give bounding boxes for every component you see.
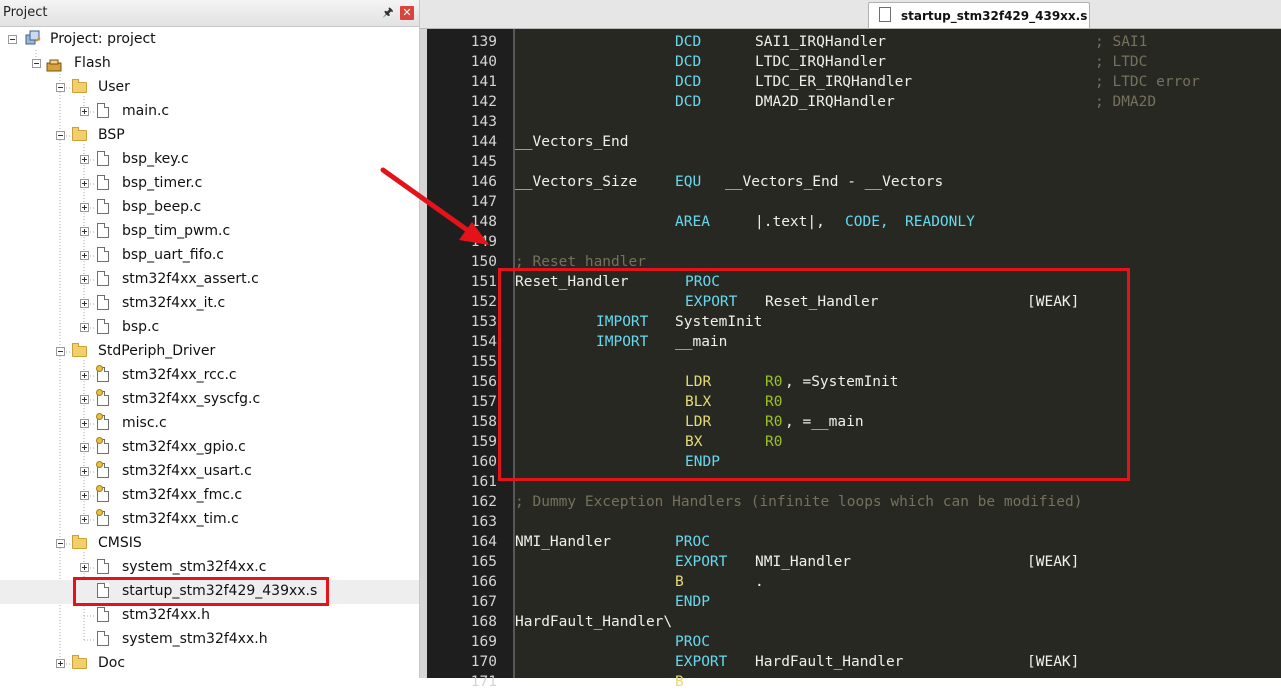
annotation-arrow — [380, 167, 489, 245]
